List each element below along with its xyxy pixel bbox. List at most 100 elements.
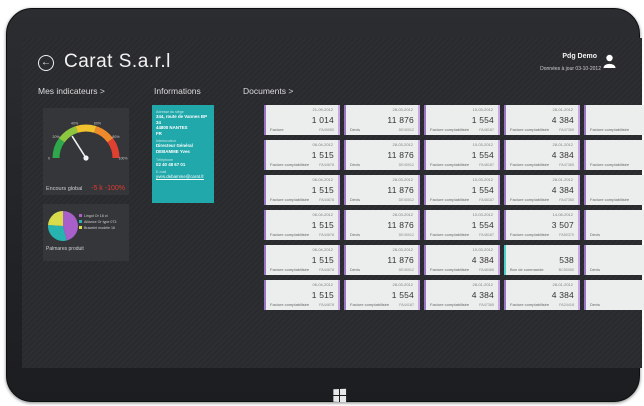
document-tile[interactable]: 10-03-2012 1 554 Facture comptabilisée FA48… <box>424 105 500 135</box>
document-tile[interactable]: 06-04-2012 1 515 Facture comptabilisée FA44… <box>264 175 340 205</box>
gauge-tick-label: 40% <box>71 121 78 125</box>
document-tile[interactable]: Devis <box>584 245 644 275</box>
document-amount: 4 384 <box>551 115 574 125</box>
document-amount: 1 515 <box>311 150 334 160</box>
document-amount: 11 876 <box>387 255 414 265</box>
info-tile[interactable]: Adresse du siège 344, route de Vannes BP… <box>152 105 214 203</box>
document-tile[interactable]: 10-03-2012 1 554 Facture comptabilisée FA48… <box>424 140 500 170</box>
document-date: 06-04-2012 <box>312 212 333 217</box>
pie-tile[interactable]: Lingot Or 18 ct Alliance Or type 073 Bra… <box>43 204 129 261</box>
info-email-link[interactable]: yves.debamme@carat.fr <box>156 174 210 179</box>
document-type: Facture comptabilisée <box>430 232 470 237</box>
document-number: FA44678 <box>319 268 334 272</box>
document-type: Devis <box>590 302 601 307</box>
windows-start-icon[interactable] <box>333 388 347 403</box>
document-tile[interactable]: 06-04-2012 1 515 Facture comptabilisée FA44… <box>264 140 340 170</box>
document-tile[interactable]: 06-04-2012 1 515 Facture comptabilisée FA44… <box>264 245 340 275</box>
document-tile[interactable]: 28-01-2012 4 384 Facture comptabilisée FA47… <box>504 105 580 135</box>
document-date: 28-01-2012 <box>552 107 573 112</box>
document-tile[interactable]: 06-04-2012 1 515 Facture comptabilisée FA44… <box>264 210 340 240</box>
document-amount: 1 515 <box>311 185 334 195</box>
document-amount: 1 515 <box>311 290 334 300</box>
document-date: 10-03-2012 <box>472 212 493 217</box>
document-number: DE40012 <box>398 163 414 167</box>
document-number: FA47365 <box>559 198 574 202</box>
user-name[interactable]: Pdg Demo <box>562 53 597 60</box>
document-tile[interactable]: 28-03-2012 11 876 Devis DE40012 <box>344 105 420 135</box>
section-documents[interactable]: Documents > <box>243 86 293 96</box>
document-tile[interactable]: 10-03-2012 1 554 Facture comptabilisée FA48… <box>424 210 500 240</box>
document-amount: 1 554 <box>391 290 414 300</box>
pie-caption: Palmares produit <box>46 246 84 252</box>
document-tile[interactable]: 28-01-2012 4 384 Facture comptabilisée FA24… <box>504 280 580 310</box>
document-number: FA48466 <box>479 268 494 272</box>
document-type: Devis <box>350 197 361 202</box>
document-tile[interactable]: 28-03-2012 1 554 Facture comptabilisée FA44… <box>344 280 420 310</box>
document-tile[interactable]: Facture comptabilisée <box>584 140 644 170</box>
document-amount: 3 507 <box>551 220 574 230</box>
document-tile[interactable]: 28-03-2012 11 876 Devis DE40012 <box>344 175 420 205</box>
document-tile[interactable]: Devis <box>584 280 644 310</box>
document-tile[interactable]: 28-03-2012 11 876 Devis DE40012 <box>344 245 420 275</box>
document-amount: 1 554 <box>471 115 494 125</box>
document-date: 28-01-2012 <box>552 142 573 147</box>
document-number: FA47365 <box>559 163 574 167</box>
gauge-segment <box>75 124 97 133</box>
document-tile[interactable]: 28-01-2012 4 384 Facture comptabilisée FA47… <box>424 280 500 310</box>
document-tile[interactable]: 10-03-2012 1 554 Facture comptabilisée FA48… <box>424 175 500 205</box>
document-type: Facture comptabilisée <box>270 232 310 237</box>
document-date: 06-04-2012 <box>312 177 333 182</box>
document-amount: 11 876 <box>387 115 414 125</box>
gauge-tick-label: 0 <box>48 157 50 161</box>
gauge-segment <box>93 126 114 143</box>
document-date: 28-01-2012 <box>472 282 493 287</box>
info-siege-key: Adresse du siège <box>156 110 184 114</box>
info-telephone[interactable]: 02 40 48 67 01 <box>156 162 210 168</box>
document-tile[interactable]: 28-03-2012 11 876 Devis DE40012 <box>344 140 420 170</box>
user-avatar-icon[interactable] <box>603 54 616 68</box>
document-type: Devis <box>590 232 601 237</box>
document-tile[interactable]: 538 Bon de commande BC50050 <box>504 245 580 275</box>
document-tile[interactable]: 28-01-2012 4 384 Facture comptabilisée FA47… <box>504 140 580 170</box>
document-number: FA44678 <box>319 198 334 202</box>
document-number: FA44678 <box>319 163 334 167</box>
document-type: Facture comptabilisée <box>510 302 550 307</box>
section-informations: Informations <box>154 86 201 96</box>
gauge-label: Encours global <box>46 186 83 192</box>
document-tile[interactable]: 21-09-2012 1 014 Facture FA49050 <box>264 105 340 135</box>
document-date: 10-03-2012 <box>472 142 493 147</box>
document-number: FA48187 <box>479 128 494 132</box>
document-date: 28-03-2012 <box>392 282 413 287</box>
document-amount: 4 384 <box>551 185 574 195</box>
document-tile[interactable]: 28-03-2012 11 876 Devis DE40012 <box>344 210 420 240</box>
document-date: 28-03-2012 <box>392 142 413 147</box>
document-date: 28-03-2012 <box>392 212 413 217</box>
document-date: 14-08-2012 <box>552 212 573 217</box>
document-amount: 4 384 <box>551 150 574 160</box>
document-number: FA44678 <box>319 303 334 307</box>
gauge-tick-label: 20% <box>53 135 60 139</box>
document-date: 28-03-2012 <box>392 107 413 112</box>
document-tile[interactable]: 06-04-2012 1 515 Facture comptabilisée FA44… <box>264 280 340 310</box>
pie-legend: Lingot Or 18 ct Alliance Or type 073 Bra… <box>79 213 116 231</box>
gauge-chart: 0 20% 40% 60% 80% 100% <box>48 121 128 161</box>
gauge-needle <box>71 135 87 159</box>
section-indicators[interactable]: Mes indicateurs > <box>38 86 105 96</box>
gauge-tick-label: 100% <box>119 157 128 161</box>
back-arrow-icon[interactable]: ← <box>38 55 54 71</box>
document-tile[interactable]: Facture comptabilisée <box>584 175 644 205</box>
document-tile[interactable]: Devis <box>584 210 644 240</box>
pie-slice <box>48 211 63 226</box>
document-type: Facture <box>270 127 284 132</box>
gauge-tile[interactable]: 0 20% 40% 60% 80% 100% Encours global -5 k -1… <box>43 108 129 195</box>
document-type: Facture comptabilisée <box>510 162 550 167</box>
document-type: Facture comptabilisée <box>510 232 550 237</box>
document-tile[interactable]: 28-01-2012 4 384 Facture comptabilisée FA47… <box>504 175 580 205</box>
gauge-tick-label: 60% <box>94 121 101 125</box>
document-date: 28-03-2012 <box>392 177 413 182</box>
document-type: Devis <box>350 127 361 132</box>
document-number: FA49050 <box>319 128 334 132</box>
document-tile[interactable]: 10-03-2012 4 384 Facture comptabilisée FA48… <box>424 245 500 275</box>
document-tile[interactable]: Facture comptabilisée <box>584 105 644 135</box>
document-tile[interactable]: 14-08-2012 3 507 Facture comptabilisée FA50… <box>504 210 580 240</box>
